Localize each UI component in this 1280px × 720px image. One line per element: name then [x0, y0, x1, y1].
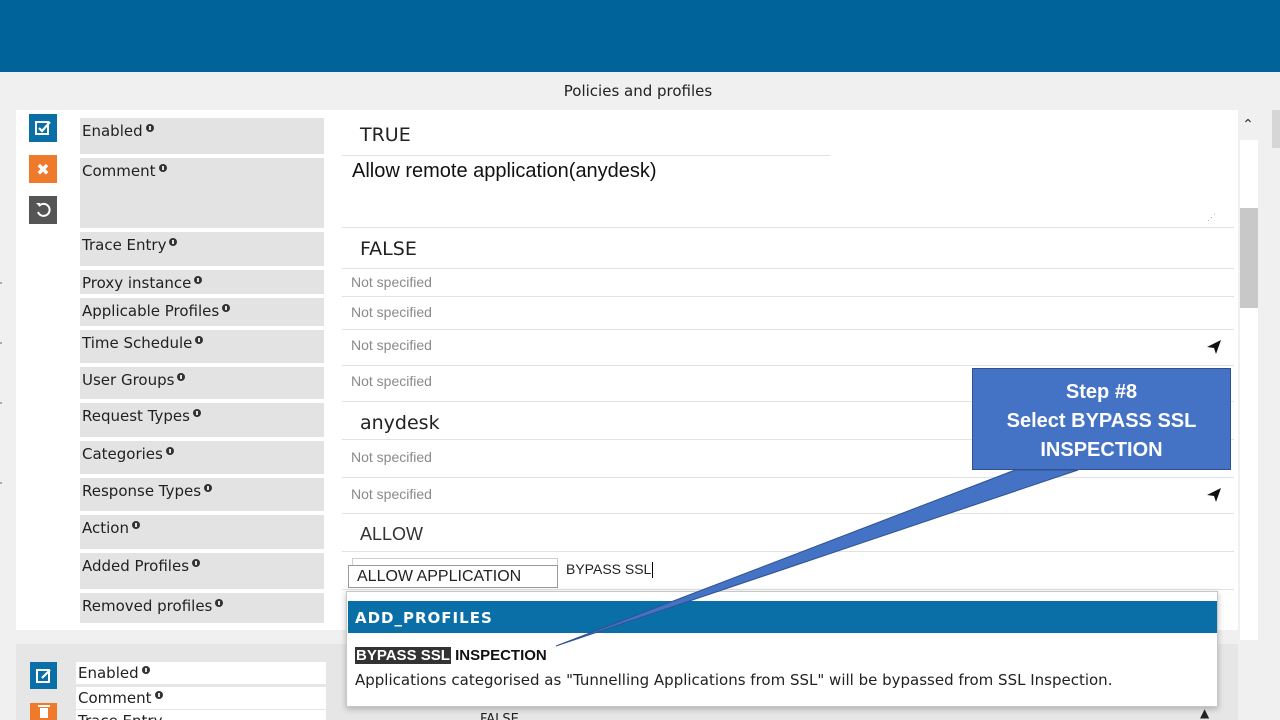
resize-handle-icon[interactable]: ⋰	[1207, 212, 1216, 223]
label-enabled-2: Enabled	[76, 662, 326, 684]
label-time-schedule: Time Schedule	[80, 330, 324, 363]
callout-line-2: Select BYPASS SSL	[1006, 410, 1197, 432]
info-icon[interactable]	[169, 238, 178, 246]
option-rest: INSPECTION	[450, 647, 547, 664]
comment-textarea[interactable]: Allow remote application(anydesk) ⋰	[342, 156, 1234, 228]
added-profiles-input[interactable]: BYPASS SSL	[560, 558, 860, 584]
info-icon[interactable]	[158, 164, 167, 172]
label-applicable-profiles: Applicable Profiles	[80, 298, 324, 326]
callout-line-1: Step #8	[1065, 381, 1138, 403]
info-icon[interactable]	[222, 304, 231, 312]
label-user-groups: User Groups	[80, 367, 324, 399]
info-icon[interactable]	[192, 559, 201, 567]
edit-check-icon[interactable]	[29, 114, 57, 142]
info-icon[interactable]	[141, 666, 150, 674]
dropdown-header: ADD_PROFILES	[348, 601, 1217, 633]
label-enabled: Enabled	[80, 118, 324, 154]
enabled-value[interactable]: TRUE	[342, 118, 830, 156]
info-icon[interactable]	[194, 276, 203, 284]
scrollbar-thumb[interactable]	[1240, 208, 1258, 308]
proxy-instance-value[interactable]: Not specified	[342, 269, 1234, 297]
info-icon[interactable]	[145, 124, 154, 132]
info-icon[interactable]	[154, 691, 163, 699]
info-icon[interactable]	[192, 409, 201, 417]
label-trace-entry-2: Trace Entry	[76, 710, 326, 720]
info-icon[interactable]	[195, 336, 204, 344]
dropdown-option-bypass-ssl[interactable]: BYPASS SSL INSPECTION	[355, 647, 547, 664]
action-value[interactable]: ALLOW	[342, 514, 1234, 552]
page-title: Policies and profiles	[16, 72, 1260, 110]
text-caret	[652, 562, 654, 579]
time-schedule-value: Not specified	[351, 337, 432, 353]
response-types-value: Not specified	[351, 486, 432, 502]
dropdown-option-description[interactable]: Applications categorised as "Tunnelling …	[355, 671, 1112, 689]
edit-icon[interactable]	[30, 662, 57, 689]
label-comment: Comment	[80, 158, 324, 228]
send-icon[interactable]	[1206, 487, 1222, 503]
added-profile-chip[interactable]: ALLOW APPLICATION	[348, 565, 558, 588]
applicable-profiles-value[interactable]: Not specified	[342, 297, 1234, 330]
send-icon[interactable]	[1206, 339, 1222, 355]
label-proxy-instance: Proxy instance	[80, 270, 324, 294]
info-icon[interactable]	[177, 373, 186, 381]
label-action: Action	[80, 515, 324, 549]
profiles-dropdown: ADD_PROFILES BYPASS SSL INSPECTION Appli…	[346, 591, 1218, 707]
right-edge	[1272, 110, 1280, 148]
added-profiles-input-text: BYPASS SSL	[566, 561, 652, 577]
trace-entry-value-2[interactable]: FALSE	[480, 712, 519, 720]
info-icon[interactable]	[215, 599, 224, 607]
scroll-up-icon[interactable]: ⌃	[1240, 117, 1256, 133]
step-callout: Step #8 Select BYPASS SSL INSPECTION	[972, 368, 1231, 470]
delete-icon[interactable]	[30, 703, 57, 720]
left-edge	[0, 72, 16, 720]
label-response-types: Response Types	[80, 478, 324, 511]
app-top-bar	[0, 0, 1280, 72]
time-schedule-field[interactable]: Not specified	[342, 330, 1234, 366]
comment-text: Allow remote application(anydesk)	[352, 160, 657, 182]
response-types-field[interactable]: Not specified	[342, 478, 1234, 514]
scroll-up-icon-2[interactable]: ▲	[1200, 706, 1209, 720]
label-trace-entry: Trace Entry	[80, 232, 324, 266]
label-added-profiles: Added Profiles	[80, 553, 324, 589]
trace-entry-value[interactable]: FALSE	[342, 232, 1234, 269]
info-icon[interactable]	[165, 447, 174, 455]
info-icon[interactable]	[131, 521, 140, 529]
label-removed-profiles: Removed profiles	[80, 593, 324, 623]
label-request-types: Request Types	[80, 403, 324, 437]
label-categories: Categories	[80, 441, 324, 474]
undo-icon[interactable]	[29, 196, 57, 224]
label-comment-2: Comment	[76, 687, 326, 709]
info-icon[interactable]	[204, 484, 213, 492]
callout-line-3: INSPECTION	[1040, 439, 1163, 461]
match-highlight: BYPASS SSL	[355, 647, 451, 664]
close-icon[interactable]: ✖	[29, 155, 57, 183]
